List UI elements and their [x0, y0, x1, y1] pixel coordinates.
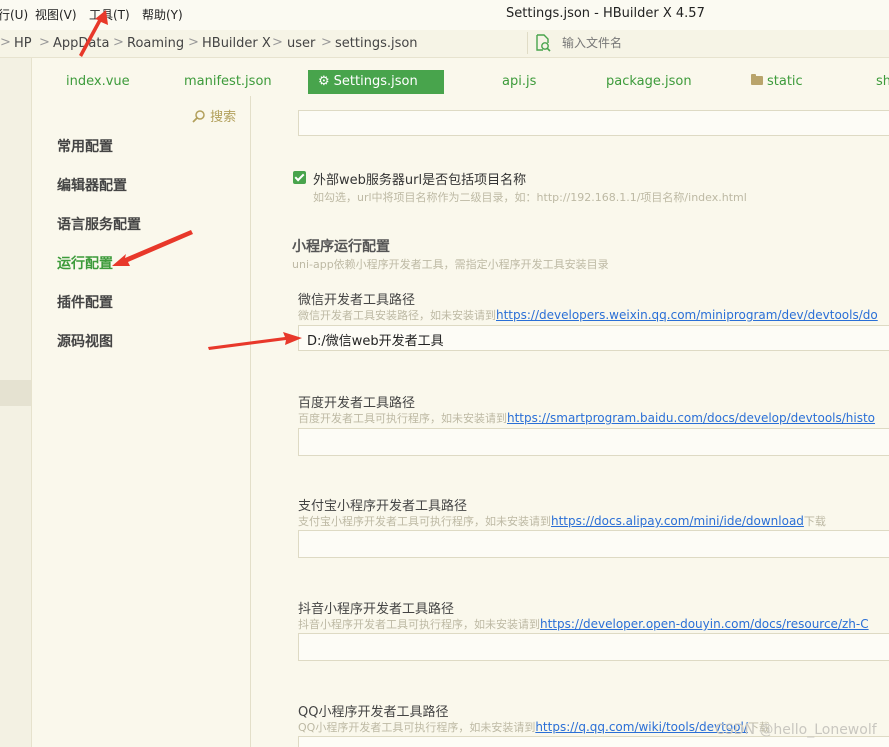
tab-settings-json[interactable]: ⚙ Settings.json	[308, 70, 444, 94]
file-search	[527, 32, 889, 54]
breadcrumb-item-hp[interactable]: HP	[14, 36, 32, 51]
tab-label: static	[767, 74, 803, 89]
tab-package-json[interactable]: package.json	[606, 70, 692, 94]
alipay-download-link[interactable]: https://docs.alipay.com/mini/ide/downloa…	[551, 514, 804, 528]
baidu-path-hint: 百度开发者工具可执行程序，如未安装请到https://smartprogram.…	[298, 410, 875, 426]
nav-item-plugin[interactable]: 插件配置	[57, 292, 113, 312]
breadcrumb-separator: >	[39, 35, 50, 50]
menu-bar: 行(U) 视图(V) 工具(T) 帮助(Y) Settings.json - H…	[0, 0, 889, 30]
tab-api-js[interactable]: api.js	[502, 70, 536, 94]
breadcrumb-item-hbuilder[interactable]: HBuilder X	[202, 36, 271, 51]
tab-sh[interactable]: sh	[876, 70, 889, 94]
mp-section-subtitle: uni-app依赖小程序开发者工具，需指定小程序开发工具安装目录	[292, 258, 609, 271]
baidu-path-input[interactable]	[298, 428, 889, 456]
hint-text: 百度开发者工具可执行程序，如未安装请到	[298, 412, 507, 425]
web-server-url-hint: 如勾选，url中将项目名称作为二级目录，如：http://192.168.1.1…	[313, 191, 747, 204]
file-search-input[interactable]	[562, 34, 862, 52]
tab-label: manifest.json	[184, 74, 272, 89]
tab-label: sh	[876, 74, 889, 89]
project-tree-strip[interactable]	[0, 58, 32, 747]
breadcrumb-separator: >	[272, 35, 283, 50]
baidu-download-link[interactable]: https://smartprogram.baidu.com/docs/deve…	[507, 411, 875, 425]
alipay-path-hint: 支付宝小程序开发者工具可执行程序，如未安装请到https://docs.alip…	[298, 513, 826, 529]
nav-item-run-config[interactable]: 运行配置	[57, 253, 113, 273]
alipay-path-input[interactable]	[298, 530, 889, 558]
nav-item-editor[interactable]: 编辑器配置	[57, 175, 127, 195]
hint-suffix: 下载	[803, 515, 826, 528]
file-search-icon[interactable]	[535, 34, 551, 52]
tab-label: package.json	[606, 74, 692, 89]
breadcrumb-bar: > HP > AppData > Roaming > HBuilder X > …	[0, 30, 889, 58]
breadcrumb-item-roaming[interactable]: Roaming	[127, 36, 184, 51]
settings-nav: 搜索 常用配置 编辑器配置 语言服务配置 运行配置 插件配置 源码视图	[32, 96, 251, 747]
menu-tools[interactable]: 工具(T)	[89, 6, 130, 23]
mp-section-title: 小程序运行配置	[292, 239, 390, 255]
web-server-url-checkbox[interactable]	[293, 171, 306, 184]
window-title: Settings.json - HBuilder X 4.57	[506, 6, 705, 21]
settings-search-button[interactable]: 搜索	[192, 106, 236, 125]
qq-path-hint: QQ小程序开发者工具可执行程序，如未安装请到https://q.qq.com/w…	[298, 719, 770, 735]
gear-icon: ⚙	[318, 74, 330, 89]
previous-setting-input[interactable]	[298, 110, 889, 136]
watermark: CSDN @hello_Lonewolf	[715, 722, 877, 738]
baidu-path-label: 百度开发者工具路径	[298, 396, 416, 411]
breadcrumb-item-user[interactable]: user	[287, 36, 315, 51]
web-server-url-label: 外部web服务器url是否包括项目名称	[313, 173, 527, 188]
hint-text: 微信开发者工具安装路径，如未安装请到	[298, 309, 496, 322]
breadcrumb-separator: >	[113, 35, 124, 50]
nav-item-language-service[interactable]: 语言服务配置	[57, 214, 141, 234]
tab-index-vue[interactable]: index.vue	[66, 70, 130, 94]
settings-search-label: 搜索	[210, 110, 237, 125]
nav-item-common[interactable]: 常用配置	[57, 136, 113, 156]
breadcrumb-separator: >	[188, 35, 199, 50]
tab-label: api.js	[502, 74, 537, 89]
breadcrumb-item-appdata[interactable]: AppData	[53, 36, 109, 51]
douyin-download-link[interactable]: https://developer.open-douyin.com/docs/r…	[540, 617, 869, 631]
breadcrumb-item-file[interactable]: settings.json	[335, 36, 418, 51]
breadcrumb-separator: >	[321, 35, 332, 50]
wechat-path-input[interactable]: D:/微信web开发者工具	[298, 325, 889, 351]
menu-view[interactable]: 视图(V)	[35, 6, 77, 23]
wechat-path-hint: 微信开发者工具安装路径，如未安装请到https://developers.wei…	[298, 307, 878, 323]
menu-help[interactable]: 帮助(Y)	[142, 6, 183, 23]
tab-label: Settings.json	[333, 74, 418, 89]
tab-manifest-json[interactable]: manifest.json	[184, 70, 272, 94]
menu-run[interactable]: 行(U)	[0, 6, 28, 23]
qq-path-label: QQ小程序开发者工具路径	[298, 705, 449, 720]
douyin-path-hint: 抖音小程序开发者工具可执行程序，如未安装请到https://developer.…	[298, 616, 869, 632]
tab-static[interactable]: static	[751, 70, 803, 94]
breadcrumb-separator: >	[0, 35, 11, 50]
alipay-path-label: 支付宝小程序开发者工具路径	[298, 499, 468, 514]
hint-text: 抖音小程序开发者工具可执行程序，如未安装请到	[298, 618, 540, 631]
tab-label: index.vue	[66, 74, 130, 89]
hint-text: QQ小程序开发者工具可执行程序，如未安装请到	[298, 721, 536, 734]
hint-text: 支付宝小程序开发者工具可执行程序，如未安装请到	[298, 515, 551, 528]
wechat-download-link[interactable]: https://developers.weixin.qq.com/minipro…	[496, 308, 878, 322]
nav-item-source-view[interactable]: 源码视图	[57, 331, 113, 351]
tree-selected-row[interactable]	[0, 380, 31, 406]
folder-icon	[751, 74, 763, 85]
search-icon	[192, 110, 205, 123]
wechat-path-label: 微信开发者工具路径	[298, 293, 416, 308]
douyin-path-input[interactable]	[298, 633, 889, 661]
settings-content: 外部web服务器url是否包括项目名称 如勾选，url中将项目名称作为二级目录，…	[251, 96, 889, 747]
douyin-path-label: 抖音小程序开发者工具路径	[298, 602, 455, 617]
